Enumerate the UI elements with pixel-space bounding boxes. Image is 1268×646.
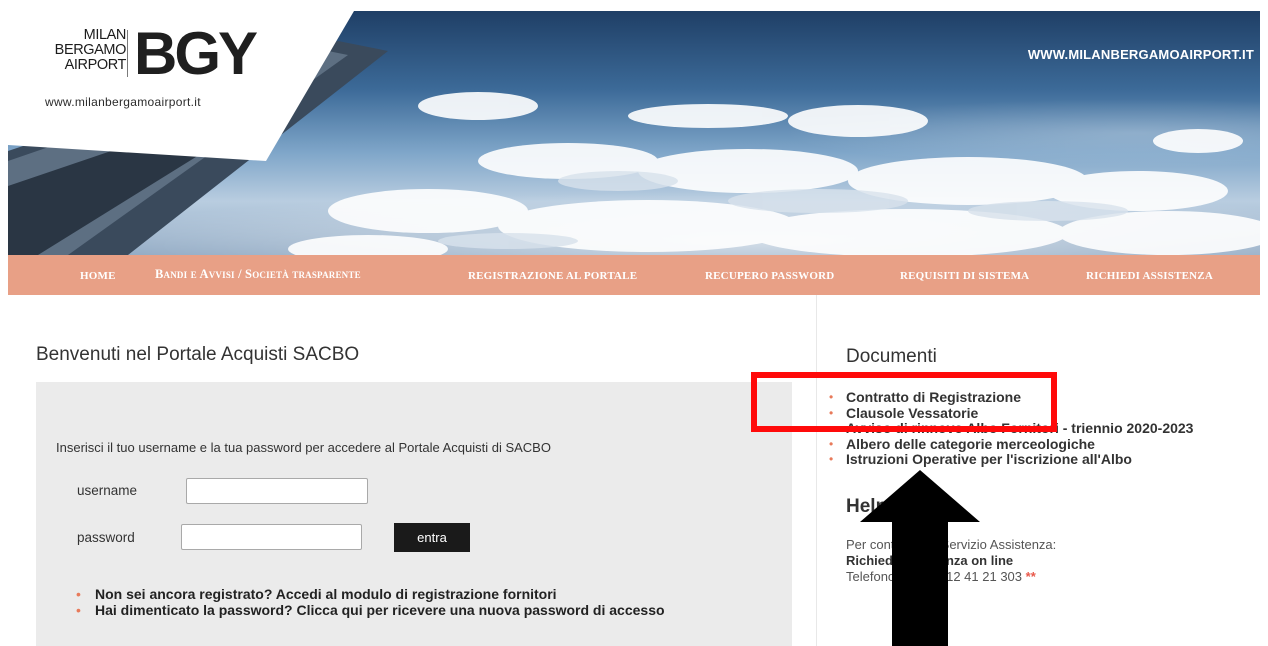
password-input[interactable]	[181, 524, 362, 550]
nav-home[interactable]: HOME	[80, 270, 116, 282]
forgot-password-link[interactable]: • Hai dimenticato la password? Clicca qu…	[76, 602, 665, 618]
page-title: Benvenuti nel Portale Acquisti SACBO	[36, 344, 360, 365]
logo-web-address: www.milanbergamoairport.it	[45, 95, 201, 109]
doc-link-text: Istruzioni Operative per l'iscrizione al…	[846, 451, 1132, 467]
nav-recupero-password[interactable]: RECUPERO PASSWORD	[705, 270, 834, 282]
logo-code: BGY	[134, 20, 258, 87]
doc-albero-categorie[interactable]: • Albero delle categorie merceologiche	[829, 435, 1193, 453]
login-submit-button[interactable]: entra	[394, 523, 470, 552]
phone-note-mark: **	[1025, 569, 1036, 584]
logo-city-text: MILAN BERGAMO AIRPORT	[54, 27, 127, 73]
register-link-text: Non sei ancora registrato? Accedi al mod…	[95, 586, 557, 602]
doc-link-text: Albero delle categorie merceologiche	[846, 435, 1095, 452]
bullet-icon: •	[829, 436, 834, 451]
site-url[interactable]: WWW.MILANBERGAMOAIRPORT.IT	[1028, 47, 1254, 62]
login-intro-text: Inserisci il tuo username e la tua passw…	[56, 440, 551, 455]
doc-istruzioni-operative[interactable]: • Istruzioni Operative per l'iscrizione …	[829, 451, 1193, 468]
column-divider	[816, 295, 817, 646]
nav-requisiti-sistema[interactable]: REQUISITI DI SISTEMA	[900, 270, 1029, 282]
bullet-icon: •	[76, 586, 81, 602]
bullet-icon: •	[829, 452, 834, 466]
nav-bandi-avvisi[interactable]: Bandi e Avvisi / Società trasparente	[155, 267, 361, 282]
password-label: password	[77, 530, 135, 545]
register-link[interactable]: • Non sei ancora registrato? Accedi al m…	[76, 586, 665, 602]
forgot-password-link-text: Hai dimenticato la password? Clicca qui …	[95, 602, 665, 618]
username-input[interactable]	[186, 478, 368, 504]
up-arrow-icon	[860, 470, 980, 646]
main-nav: HOME Bandi e Avvisi / Società trasparent…	[8, 255, 1260, 295]
highlight-box	[751, 372, 1057, 432]
login-links-list: • Non sei ancora registrato? Accedi al m…	[76, 586, 665, 618]
nav-richiedi-assistenza[interactable]: RICHIEDI ASSISTENZA	[1086, 270, 1213, 282]
bullet-icon: •	[76, 602, 81, 618]
username-label: username	[77, 483, 138, 498]
documents-title: Documenti	[846, 346, 937, 367]
logo-separator	[127, 30, 128, 77]
nav-registrazione[interactable]: REGISTRAZIONE AL PORTALE	[468, 270, 637, 282]
